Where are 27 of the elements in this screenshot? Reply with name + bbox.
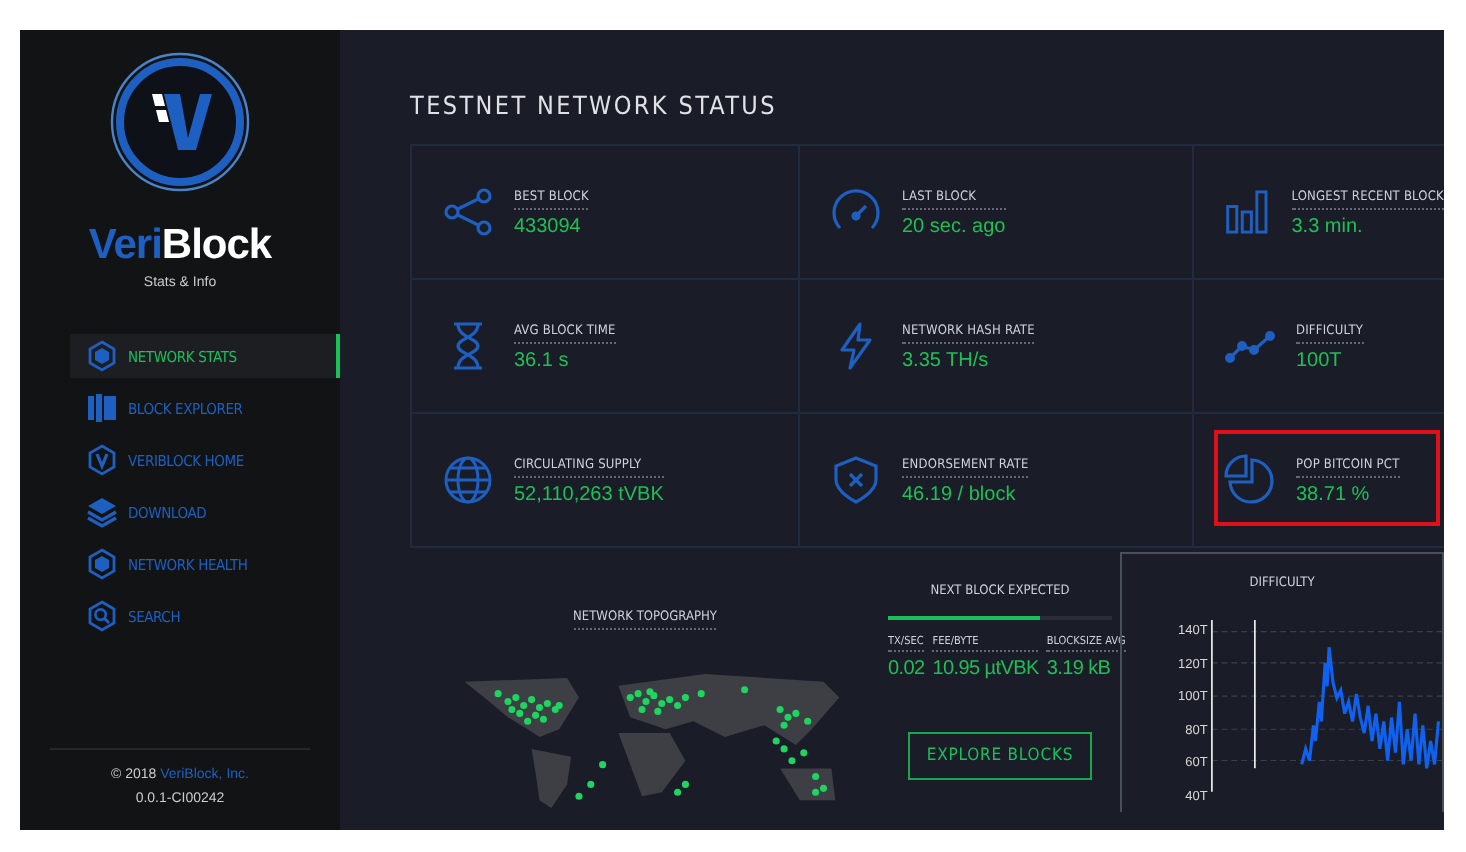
logo-icon	[108, 50, 252, 194]
brand-name: VeriBlock	[88, 222, 272, 270]
globe-icon	[442, 454, 494, 506]
pie-chart-icon	[1224, 454, 1276, 506]
shield-icon	[830, 454, 882, 506]
hexagon-icon	[86, 444, 118, 476]
hexagon-icon	[86, 340, 118, 372]
columns-icon	[86, 392, 118, 424]
stat-value: 20 sec. ago	[902, 215, 1006, 237]
explore-blocks-button[interactable]: EXPLORE BLOCKS	[908, 732, 1092, 780]
bar-chart-icon	[1224, 186, 1272, 238]
stat-value: 38.71 %	[1296, 483, 1372, 505]
share-icon	[442, 186, 494, 238]
layers-icon	[86, 496, 118, 528]
stat-value: 433094	[514, 215, 583, 237]
metric-value: 0.02	[888, 658, 925, 680]
hexagon-icon	[86, 548, 118, 580]
metric-value: 3.19 kB	[1046, 658, 1113, 680]
stat-value: 36.1 s	[514, 349, 571, 371]
stat-value: 3.35 TH/s	[902, 349, 991, 371]
stat-value: 3.3 min.	[1291, 215, 1365, 237]
page-title: TESTNET NETWORK STATUS	[410, 90, 779, 124]
hexagon-icon	[86, 600, 118, 632]
stat-value: 100T	[1296, 349, 1344, 371]
metric-value: 10.95 µtVBK	[932, 658, 1039, 680]
stat-value: 52,110,263 tVBK	[514, 483, 664, 505]
stat-value: 46.19 / block	[902, 483, 1018, 505]
